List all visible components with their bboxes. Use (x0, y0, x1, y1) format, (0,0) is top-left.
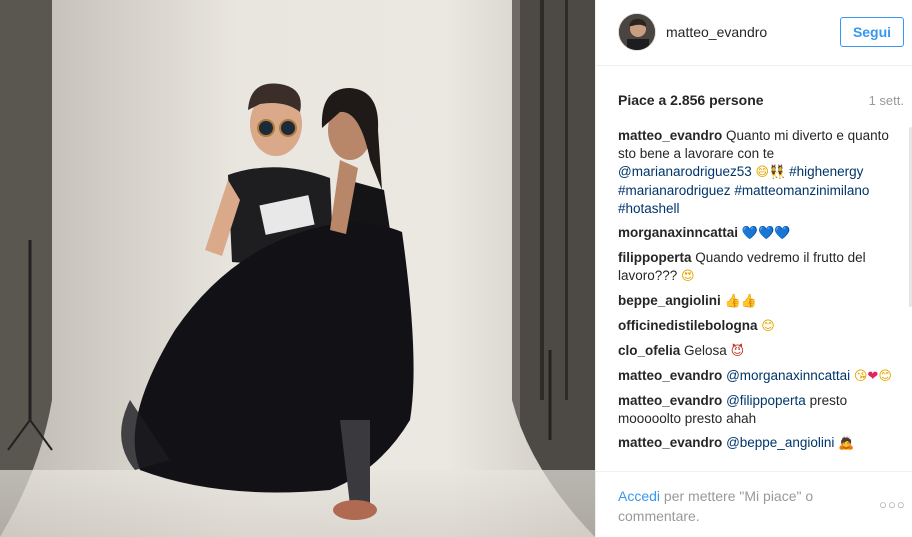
photo-image (0, 0, 595, 537)
comment-mention-link[interactable]: #hotashell (618, 201, 680, 216)
comment-username[interactable]: matteo_evandro (618, 393, 722, 408)
login-link[interactable]: Accedi (618, 488, 660, 504)
comment-mention-link[interactable]: #highenergy (789, 164, 863, 179)
comment-username[interactable]: beppe_angiolini (618, 293, 721, 308)
emoji-icon: 😘 (853, 369, 868, 384)
comment-username[interactable]: officinedistilebologna (618, 318, 758, 333)
emoji-icon: 👍👍 (724, 294, 757, 309)
comment-username[interactable]: matteo_evandro (618, 435, 722, 450)
comment-username[interactable]: matteo_evandro (618, 128, 722, 143)
emoji-icon: 😈 (730, 344, 745, 359)
comment-username[interactable]: clo_ofelia (618, 343, 680, 358)
comment-text: Gelosa (680, 343, 731, 358)
comment-mention-link[interactable]: @morganaxinncattai (726, 368, 850, 383)
header-username[interactable]: matteo_evandro (666, 24, 767, 40)
comment-username[interactable]: matteo_evandro (618, 368, 722, 383)
emoji-icon: 😄 (755, 165, 770, 180)
comment-item: beppe_angiolini 👍👍 (618, 292, 896, 311)
comment-mention-link[interactable]: @marianarodriguez53 (618, 164, 752, 179)
emoji-icon: 😊 (878, 369, 892, 384)
emoji-icon: ❤ (867, 369, 879, 384)
follow-button[interactable]: Segui (840, 17, 904, 47)
comment-mention-link[interactable]: #marianarodriguez (618, 183, 731, 198)
avatar[interactable] (618, 13, 656, 51)
emoji-icon: 💙💙💙 (741, 226, 791, 241)
comment-mention-link[interactable]: @filippoperta (726, 393, 806, 408)
emoji-icon: 😍 (681, 269, 695, 284)
post-time[interactable]: 1 sett. (869, 93, 904, 108)
emoji-icon: 👯 (769, 165, 786, 180)
comment-item: matteo_evandro @filippoperta presto mooo… (618, 392, 896, 428)
comment-item: matteo_evandro @morganaxinncattai 😘❤😊 (618, 367, 896, 386)
comment-item: clo_ofelia Gelosa 😈 (618, 342, 896, 361)
comment-item: matteo_evandro Quanto mi diverto e quant… (618, 127, 896, 218)
comment-mention-link[interactable]: #matteomanzinimilano (734, 183, 869, 198)
comment-item: morganaxinncattai 💙💙💙 (618, 224, 896, 243)
comment-mention-link[interactable]: @beppe_angiolini (726, 435, 834, 450)
post-side-panel: matteo_evandro Segui Piace a 2.856 perso… (595, 0, 912, 537)
emoji-icon: 😊 (761, 319, 775, 334)
comment-item: matteo_evandro @beppe_angiolini 🙇 (618, 434, 896, 453)
avatar-image (619, 14, 655, 50)
login-prompt: Accedi per mettere "Mi piace" o commenta… (618, 486, 848, 526)
comment-item: officinedistilebologna 😊 (618, 317, 896, 336)
post-footer: Accedi per mettere "Mi piace" o commenta… (596, 471, 912, 537)
likes-count[interactable]: Piace a 2.856 persone (618, 92, 764, 108)
emoji-icon: 🙇 (838, 436, 855, 451)
comment-item: filippoperta Quando vedremo il frutto de… (618, 249, 896, 286)
likes-row: Piace a 2.856 persone 1 sett. (618, 92, 904, 112)
post-photo[interactable] (0, 0, 595, 537)
comments-list[interactable]: matteo_evandro Quanto mi diverto e quant… (618, 127, 896, 471)
comment-username[interactable]: morganaxinncattai (618, 225, 738, 240)
more-options-icon[interactable]: ○○○ (879, 497, 906, 512)
comment-username[interactable]: filippoperta (618, 250, 692, 265)
post-header: matteo_evandro Segui (596, 0, 912, 66)
